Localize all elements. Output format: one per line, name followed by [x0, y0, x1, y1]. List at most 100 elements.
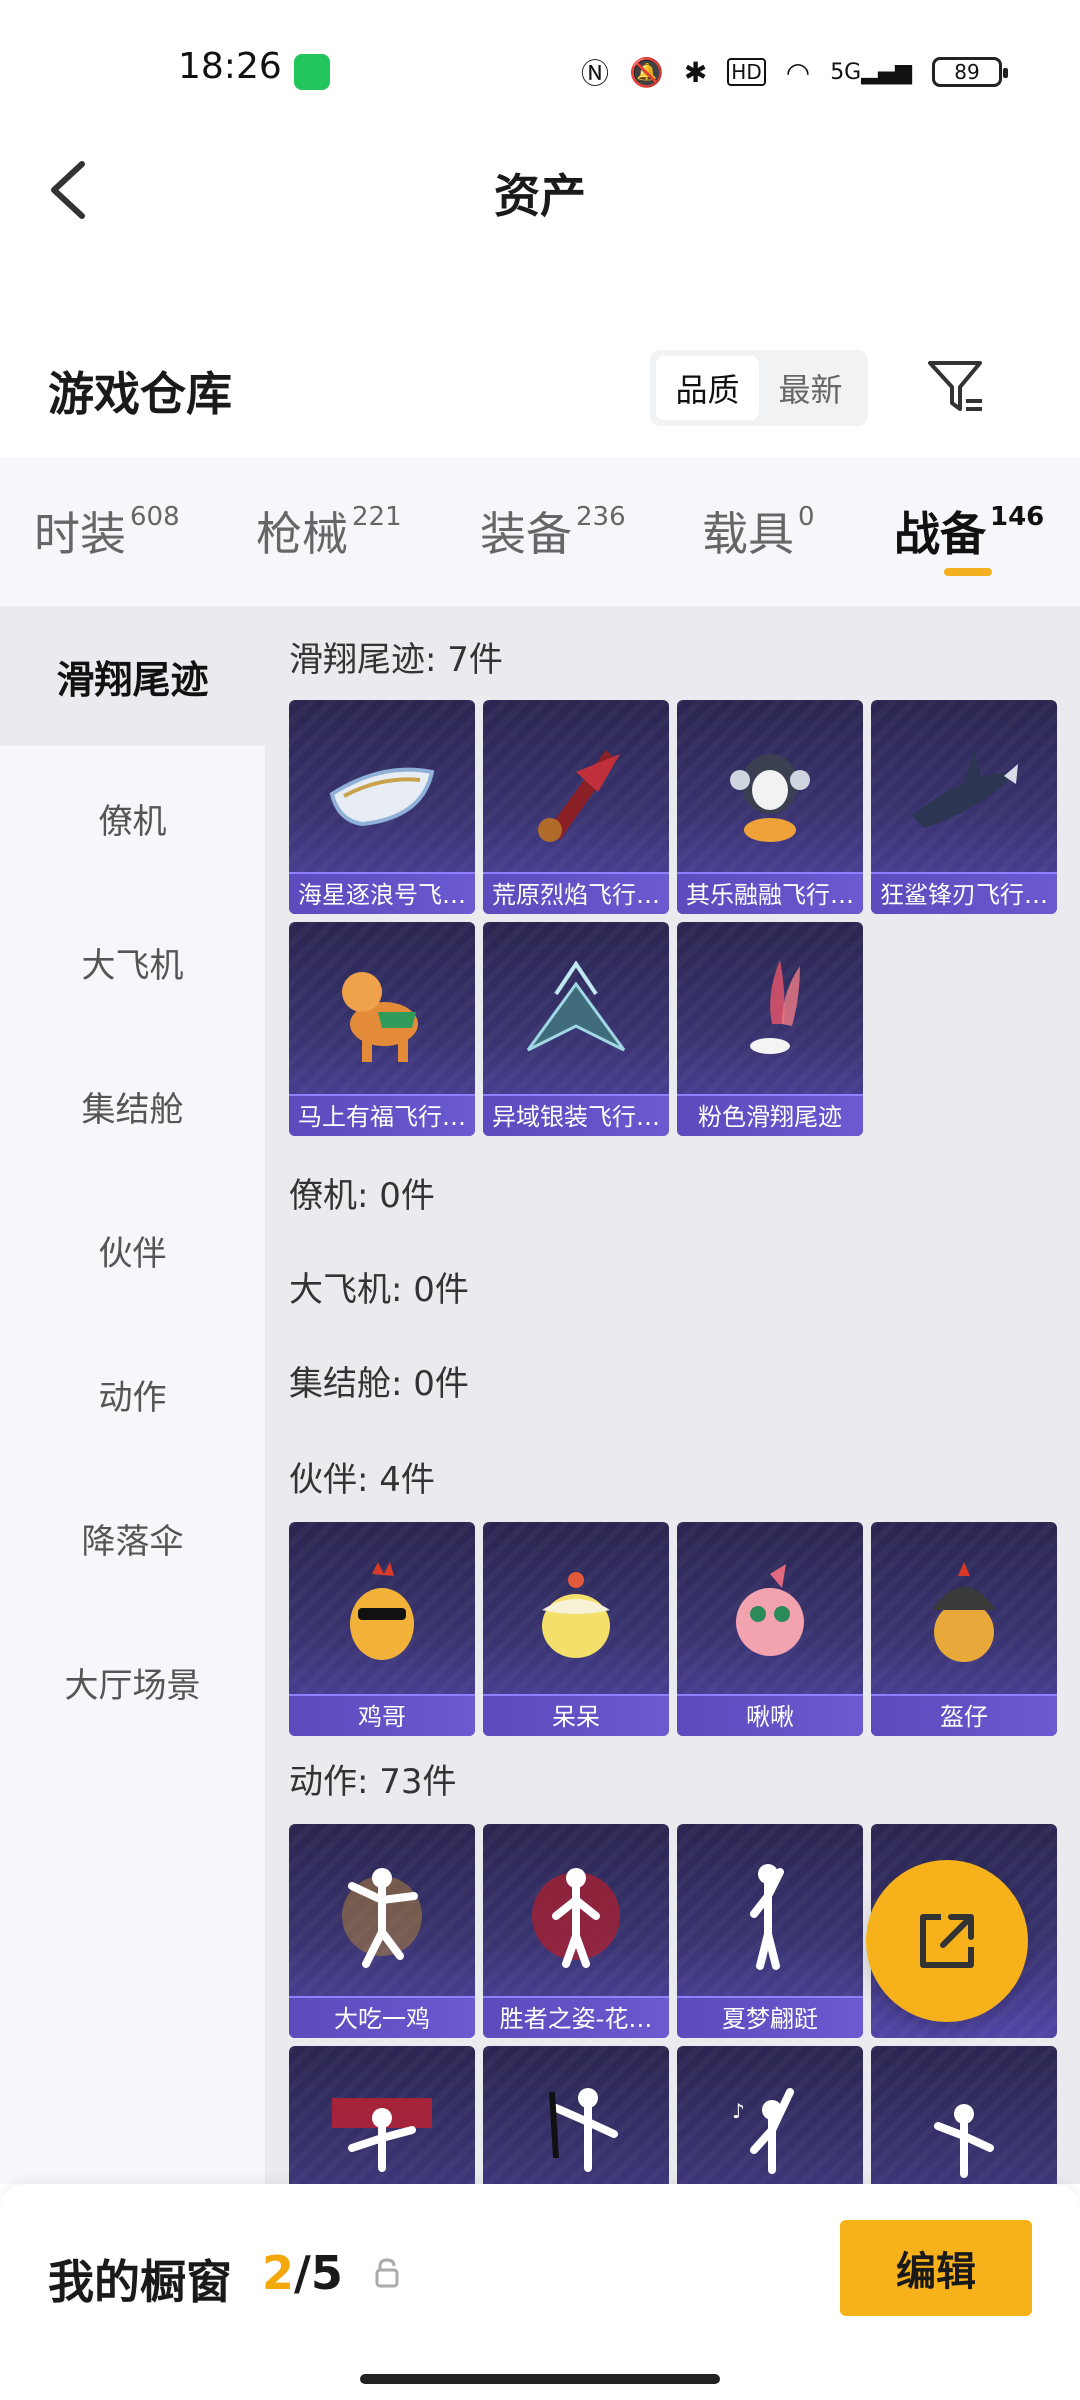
item-card[interactable]: 鸡哥 [289, 1522, 475, 1736]
tab-weapons[interactable]: 枪械 221 [256, 498, 402, 564]
bottom-bar: 我的橱窗 2/5 编辑 [0, 2184, 1080, 2400]
tab-label: 时装 [34, 507, 126, 561]
item-card[interactable]: ♪ [677, 2046, 863, 2184]
side-nav: 滑翔尾迹 僚机 大飞机 集结舱 伙伴 动作 降落伞 大厅场景 [0, 606, 265, 2184]
item-card[interactable]: 啾啾 [677, 1522, 863, 1736]
item-card[interactable]: 夏梦翩跹 [677, 1824, 863, 2038]
item-card[interactable]: 海星逐浪号飞… [289, 700, 475, 914]
item-card[interactable]: 狂鲨锋刃飞行… [871, 700, 1057, 914]
share-icon [920, 1914, 974, 1968]
emote-brush-icon [549, 2088, 618, 2172]
battery-level: 89 [954, 60, 980, 84]
filter-icon [928, 361, 982, 411]
tab-count: 221 [352, 502, 402, 532]
status-icons: Ⓝ 🔕 ✱ HD ◠ 5G▂▄▆ 89 [581, 52, 1008, 92]
item-name: 盔仔 [871, 1694, 1057, 1736]
tab-count: 0 [798, 502, 815, 532]
chick-partner-icon [542, 1572, 610, 1658]
emote-summer-icon [750, 1864, 784, 1970]
item-card[interactable]: 荒原烈焰飞行… [483, 700, 669, 914]
signal-icon: 5G▂▄▆ [830, 59, 912, 85]
pink-trail-icon [750, 960, 800, 1054]
side-nav-wingman[interactable]: 僚机 [0, 748, 265, 888]
edit-button[interactable]: 编辑 [840, 2220, 1032, 2316]
item-card[interactable] [871, 2046, 1057, 2184]
helmet-partner-icon [932, 1562, 996, 1662]
item-card[interactable] [483, 2046, 669, 2184]
status-bar: 18:26 Ⓝ 🔕 ✱ HD ◠ 5G▂▄▆ 89 [0, 0, 1080, 110]
item-name: 呆呆 [483, 1694, 669, 1736]
filter-button[interactable] [924, 355, 988, 419]
item-card[interactable]: 胜者之姿-花… [483, 1824, 669, 2038]
item-name: 夏梦翩跹 [677, 1996, 863, 2038]
hd-icon: HD [727, 58, 766, 86]
tab-count: 608 [130, 502, 180, 532]
boat-glider-icon [329, 767, 435, 827]
emote-pose-icon [934, 2104, 994, 2178]
chicken-partner-icon [350, 1562, 414, 1660]
tab-count: 146 [990, 502, 1045, 532]
sort-toggle: 品质 最新 [650, 350, 868, 426]
item-card[interactable]: 粉色滑翔尾迹 [677, 922, 863, 1136]
emote-red-icon [332, 2098, 432, 2172]
emote-victory-icon [532, 1868, 620, 1968]
item-name: 荒原烈焰飞行… [483, 872, 669, 914]
side-nav-parachute[interactable]: 降落伞 [0, 1468, 265, 1608]
tab-battle-gear[interactable]: 战备 146 [894, 498, 1044, 564]
item-name: 鸡哥 [289, 1694, 475, 1736]
item-name: 异域银装飞行… [483, 1094, 669, 1136]
item-card[interactable]: 马上有福飞行… [289, 922, 475, 1136]
silver-glider-icon [526, 960, 626, 1052]
lock-icon [375, 2258, 399, 2288]
side-nav-partner[interactable]: 伙伴 [0, 1180, 265, 1320]
section-title-assembly-pod: 集结舱: 0件 [289, 1364, 469, 1404]
item-card[interactable]: 盔仔 [871, 1522, 1057, 1736]
flame-glider-icon [538, 750, 620, 842]
showcase-current: 2 [262, 2246, 295, 2300]
item-card[interactable]: 呆呆 [483, 1522, 669, 1736]
bluetooth-icon: ✱ [683, 55, 708, 89]
category-tabs: 时装 608 枪械 221 装备 236 载具 0 战备 146 [0, 458, 1080, 606]
item-card[interactable]: 大吃一鸡 [289, 1824, 475, 2038]
side-nav-emote[interactable]: 动作 [0, 1324, 265, 1464]
horse-glider-icon [342, 972, 418, 1062]
shark-glider-icon [912, 750, 1018, 828]
app-notification-icon [294, 54, 330, 90]
item-name: 大吃一鸡 [289, 1996, 475, 2038]
side-nav-big-plane[interactable]: 大飞机 [0, 892, 265, 1032]
svg-text:♪: ♪ [732, 2099, 745, 2123]
item-name: 啾啾 [677, 1694, 863, 1736]
pink-bird-partner-icon [736, 1564, 804, 1656]
showcase-count: 2/5 [262, 2246, 343, 2300]
tab-active-indicator [944, 568, 992, 576]
share-button[interactable] [866, 1860, 1028, 2022]
wifi-icon: ◠ [785, 55, 811, 89]
tab-count: 236 [576, 502, 626, 532]
side-nav-assembly-pod[interactable]: 集结舱 [0, 1036, 265, 1176]
item-name: 马上有福飞行… [289, 1094, 475, 1136]
tab-vehicles[interactable]: 载具 0 [702, 498, 815, 564]
item-name: 其乐融融飞行… [677, 872, 863, 914]
mute-icon: 🔕 [628, 55, 664, 89]
showcase-label: 我的橱窗 [48, 2255, 232, 2309]
side-nav-glide-trail[interactable]: 滑翔尾迹 [0, 606, 265, 746]
tab-fashion[interactable]: 时装 608 [34, 498, 180, 564]
tab-label: 载具 [702, 507, 794, 561]
section-title-big-plane: 大飞机: 0件 [289, 1270, 469, 1310]
showcase-total: /5 [294, 2246, 343, 2300]
warehouse-title: 游戏仓库 [48, 367, 232, 421]
item-card[interactable]: 其乐融融飞行… [677, 700, 863, 914]
item-card[interactable]: 异域银装飞行… [483, 922, 669, 1136]
side-nav-lobby-scene[interactable]: 大厅场景 [0, 1612, 265, 1752]
penguin-glider-icon [730, 754, 810, 842]
emote-music-icon: ♪ [732, 2088, 794, 2174]
item-name: 海星逐浪号飞… [289, 872, 475, 914]
tab-equipment[interactable]: 装备 236 [480, 498, 626, 564]
item-card[interactable] [289, 2046, 475, 2184]
section-title-glide: 滑翔尾迹: 7件 [289, 640, 503, 680]
network-type: 5G [830, 59, 862, 85]
sort-quality[interactable]: 品质 [656, 356, 759, 420]
home-indicator[interactable] [360, 2374, 720, 2384]
sort-latest[interactable]: 最新 [759, 356, 862, 420]
section-title-emote: 动作: 73件 [289, 1762, 457, 1802]
